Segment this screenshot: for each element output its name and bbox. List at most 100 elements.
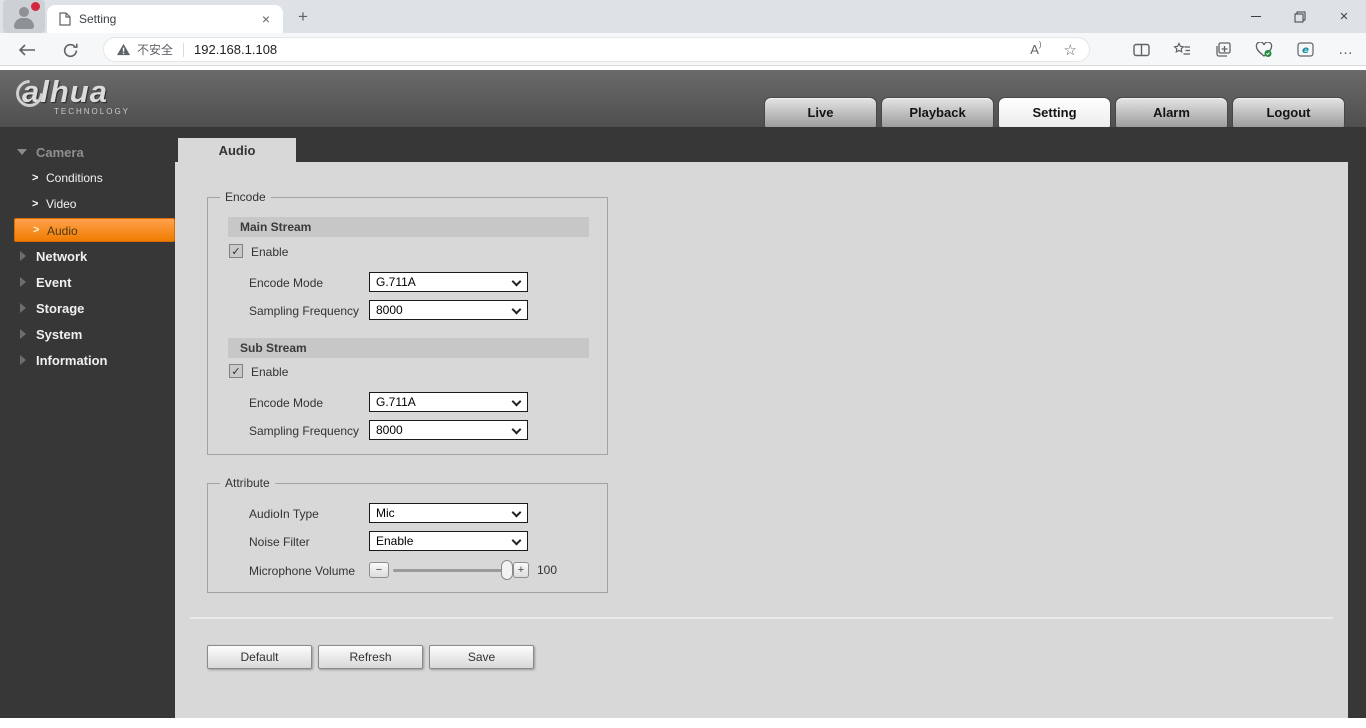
refresh-button[interactable] [58, 38, 82, 62]
chevron-down-icon [512, 397, 522, 407]
restore-icon [1294, 11, 1306, 23]
sidebar-item-conditions[interactable]: > Conditions [0, 170, 175, 186]
nav-setting-button[interactable]: Setting [998, 97, 1111, 127]
person-icon [19, 7, 29, 17]
main-sampling-frequency-select[interactable]: 8000 [369, 300, 528, 320]
sidebar-group-label: System [36, 327, 82, 342]
sidebar-group-event[interactable]: Event [0, 274, 175, 290]
url-text[interactable]: 192.168.1.108 [194, 42, 277, 57]
profile-avatar-button[interactable] [3, 0, 45, 33]
encode-legend: Encode [220, 190, 271, 204]
sidebar-group-system[interactable]: System [0, 326, 175, 342]
tab-title: Setting [79, 12, 257, 26]
main-encode-mode-select[interactable]: G.711A [369, 272, 528, 292]
check-icon: ✓ [231, 366, 240, 377]
field-label: Noise Filter [249, 535, 310, 549]
sub-sampling-frequency-select[interactable]: 8000 [369, 420, 528, 440]
sidebar-group-network[interactable]: Network [0, 248, 175, 264]
select-value: 8000 [376, 303, 403, 317]
sidebar-group-camera[interactable]: Camera [0, 144, 175, 160]
restore-button[interactable] [1278, 0, 1322, 33]
volume-slider-thumb[interactable] [501, 560, 513, 580]
minimize-icon [1251, 16, 1261, 17]
nav-alarm-button[interactable]: Alarm [1115, 97, 1228, 127]
main-nav: Live Playback Setting Alarm Logout [764, 97, 1345, 127]
refresh-icon [62, 42, 79, 59]
nav-live-button[interactable]: Live [764, 97, 877, 127]
sidebar-group-label: Storage [36, 301, 84, 316]
expand-triangle-icon [20, 329, 26, 339]
save-button[interactable]: Save [429, 645, 534, 669]
volume-plus-button[interactable]: + [513, 562, 529, 578]
sidebar-item-label: Video [46, 197, 76, 211]
minimize-button[interactable] [1234, 0, 1278, 33]
volume-value: 100 [537, 563, 557, 577]
settings-sidebar: Camera > Conditions > Video > Audio Netw… [0, 127, 175, 718]
sidebar-item-audio-selected[interactable]: > Audio [14, 218, 175, 242]
security-status-label: 不安全 [137, 41, 173, 58]
volume-slider[interactable] [393, 560, 509, 580]
not-secure-warning-icon [116, 43, 131, 56]
nav-logout-button[interactable]: Logout [1232, 97, 1345, 127]
tab-audio[interactable]: Audio [178, 138, 296, 162]
enable-label: Enable [251, 365, 288, 379]
volume-slider-track[interactable] [393, 569, 509, 572]
read-aloud-icon[interactable]: A) [1030, 42, 1041, 57]
settings-menu-icon[interactable]: … [1336, 40, 1356, 60]
browser-tab-setting[interactable]: Setting × [47, 5, 283, 33]
close-button[interactable]: × [1322, 0, 1366, 33]
encode-section: Encode Main Stream ✓ Enable Encode Mode … [207, 197, 608, 455]
expand-triangle-icon [20, 251, 26, 261]
chevron-right-icon: > [33, 224, 39, 236]
nav-playback-button[interactable]: Playback [881, 97, 994, 127]
sidebar-group-storage[interactable]: Storage [0, 300, 175, 316]
browser-titlebar: Setting × + × [0, 0, 1366, 33]
back-button[interactable] [15, 38, 39, 62]
enable-label: Enable [251, 245, 288, 259]
address-bar[interactable]: 不安全 192.168.1.108 A) ☆ [103, 37, 1090, 62]
sidebar-group-label: Camera [36, 145, 84, 160]
browser-essentials-icon[interactable] [1254, 40, 1274, 60]
svg-text:e: e [1302, 45, 1309, 56]
sub-encode-mode-row: Encode Mode G.711A [208, 392, 607, 412]
expand-triangle-icon [20, 277, 26, 287]
sidebar-item-label: Conditions [46, 171, 103, 185]
page-body: Camera > Conditions > Video > Audio Netw… [0, 127, 1366, 718]
noise-filter-row: Noise Filter Enable [208, 531, 607, 551]
sub-stream-enable-checkbox[interactable]: ✓ [229, 364, 243, 378]
sub-encode-mode-select[interactable]: G.711A [369, 392, 528, 412]
chevron-down-icon [512, 536, 522, 546]
browser-window: Setting × + × 不安全 192.168.1.108 A) ☆ [0, 0, 1366, 728]
new-tab-button[interactable]: + [292, 6, 314, 28]
sidebar-item-video[interactable]: > Video [0, 196, 175, 212]
collections-icon[interactable] [1213, 40, 1233, 60]
address-separator [183, 43, 184, 57]
refresh-settings-button[interactable]: Refresh [318, 645, 423, 669]
select-value: G.711A [376, 395, 416, 409]
sidebar-group-label: Information [36, 353, 108, 368]
volume-control: − + 100 [369, 560, 557, 580]
volume-minus-button[interactable]: − [369, 562, 389, 578]
chevron-down-icon [512, 277, 522, 287]
sidebar-group-information[interactable]: Information [0, 352, 175, 368]
footer-separator [190, 617, 1333, 619]
document-favicon-icon [59, 12, 71, 26]
favorites-icon[interactable] [1172, 40, 1192, 60]
main-encode-mode-row: Encode Mode G.711A [208, 272, 607, 292]
default-button[interactable]: Default [207, 645, 312, 669]
main-stream-header: Main Stream [228, 217, 589, 237]
split-screen-icon[interactable] [1131, 40, 1151, 60]
audioin-type-select[interactable]: Mic [369, 503, 528, 523]
ie-mode-icon[interactable]: e [1295, 40, 1315, 60]
select-value: Enable [376, 534, 413, 548]
back-arrow-icon [18, 43, 36, 57]
noise-filter-select[interactable]: Enable [369, 531, 528, 551]
tab-close-icon[interactable]: × [257, 10, 275, 28]
main-stream-enable-checkbox[interactable]: ✓ [229, 244, 243, 258]
attribute-section: Attribute AudioIn Type Mic Noise Filter … [207, 483, 608, 593]
chevron-right-icon: > [32, 198, 38, 210]
favorite-star-icon[interactable]: ☆ [1064, 41, 1077, 59]
check-icon: ✓ [231, 246, 240, 257]
select-value: G.711A [376, 275, 416, 289]
main-stream-enable-row: ✓ Enable [208, 244, 607, 260]
